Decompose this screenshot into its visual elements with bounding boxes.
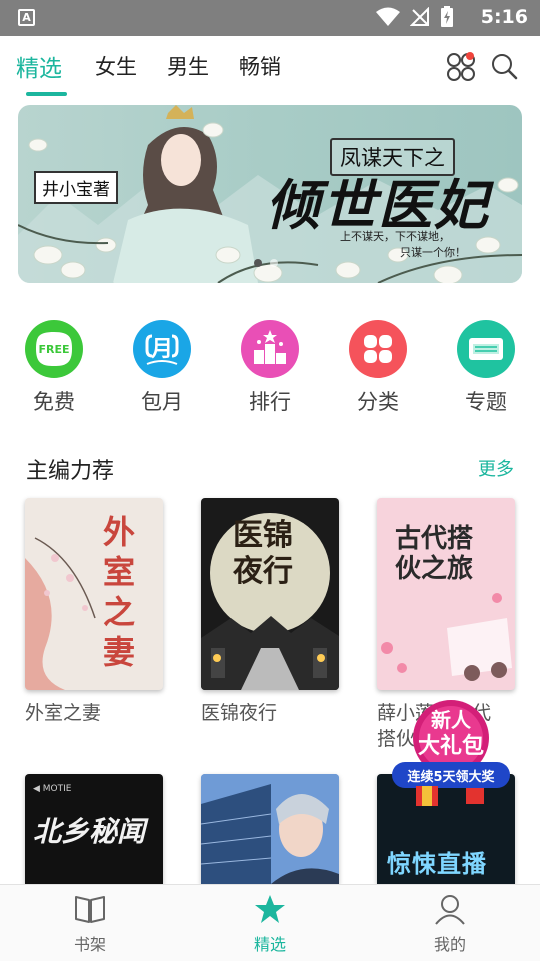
bookshelf-icon [75,896,105,923]
bottom-nav-label: 书架 [73,935,106,954]
banner-tagline-1: 上不谋天，下不谋地， [340,230,450,243]
battery-charging-icon [441,6,453,27]
wifi-icon [376,7,400,26]
status-time: 5:16 [480,6,528,28]
monthly-icon: 月 [133,320,191,378]
book-title: 外室之妻 [25,702,102,724]
top-nav: 精选 女生 男生 畅销 [0,36,540,100]
book-card[interactable] [201,774,339,884]
publisher-logo: ◀ MOTIE [33,784,72,794]
category-label: 分类 [357,390,399,414]
promo-ribbon: 连续5天领大奖 [407,770,495,785]
status-icons [376,6,454,28]
book-cover: 医锦夜行 [201,498,339,690]
category-label: 包月 [141,390,183,414]
free-icon: FREE [25,320,83,378]
book-title: 医锦夜行 [201,702,278,724]
book-card[interactable]: ◀ MOTIE 北乡秘闻 [25,774,163,884]
app-notification-icon: A [18,9,35,26]
tab-featured[interactable]: 精选 [16,49,62,83]
category-label: 免费 [33,390,75,414]
promo-line-2: 大礼包 [417,734,484,759]
category-classification[interactable]: 分类 [348,320,408,416]
book-cover: 古代搭伙之旅 [377,498,515,690]
svg-text:月: 月 [150,337,173,362]
cover-text: 惊悚直播 [387,850,487,878]
book-card[interactable]: 医锦夜行 医锦夜行 [201,498,339,726]
banner-tagline-2: 只谋一个你！ [400,246,466,259]
bottom-nav-profile[interactable]: 我的 [410,893,490,955]
category-label: 专题 [465,390,507,414]
tab-female[interactable]: 女生 [95,51,137,81]
featured-banner[interactable]: 井小宝著 凤谋天下之 倾世医妃 上不谋天，下不谋地， 只谋一个你！ [18,105,522,283]
category-free[interactable]: FREE 免费 [24,320,84,416]
category-monthly[interactable]: 月 包月 [132,320,192,416]
apps-icon[interactable] [446,52,476,82]
category-ranking[interactable]: 排行 [240,320,300,416]
banner-dot [270,259,278,267]
ranking-icon [241,320,299,378]
tab-bestseller[interactable]: 畅销 [239,51,281,81]
book-cover: 外室之妻 [25,498,163,690]
search-icon[interactable] [490,52,518,80]
bottom-nav-featured[interactable]: 精选 [230,893,310,955]
bottom-nav-label: 我的 [433,935,466,954]
profile-icon [435,895,465,925]
svg-text:FREE: FREE [38,343,69,356]
topic-icon [457,320,515,378]
banner-author: 井小宝著 [34,171,118,204]
category-label: 排行 [249,390,291,414]
banner-dot [254,259,262,267]
active-tab-indicator [26,92,67,96]
status-bar: A 5:16 [0,0,540,36]
tab-male[interactable]: 男生 [167,51,209,81]
cover-text: 古代搭伙之旅 [395,524,474,584]
cover-text: 医锦夜行 [233,518,293,589]
more-link[interactable]: 更多 [478,455,514,481]
bottom-nav: 书架 精选 我的 [0,884,540,961]
category-icon [349,320,407,378]
cover-text: 北乡秘闻 [33,815,146,848]
category-topic[interactable]: 专题 [456,320,516,416]
book-card[interactable]: 外室之妻 外室之妻 [25,498,163,726]
cover-text: 外室之妻 [103,513,136,671]
bottom-nav-bookshelf[interactable]: 书架 [50,893,130,955]
no-signal-icon [410,7,429,26]
star-icon [255,895,285,923]
bottom-nav-label: 精选 [253,935,286,954]
section-title: 主编力荐 [26,459,115,484]
book-cover: ◀ MOTIE 北乡秘闻 [25,774,163,884]
new-user-gift-badge[interactable]: 新人 大礼包 连续5天领大奖 [386,698,516,813]
book-cover [201,774,339,884]
banner-pagination [254,259,278,267]
